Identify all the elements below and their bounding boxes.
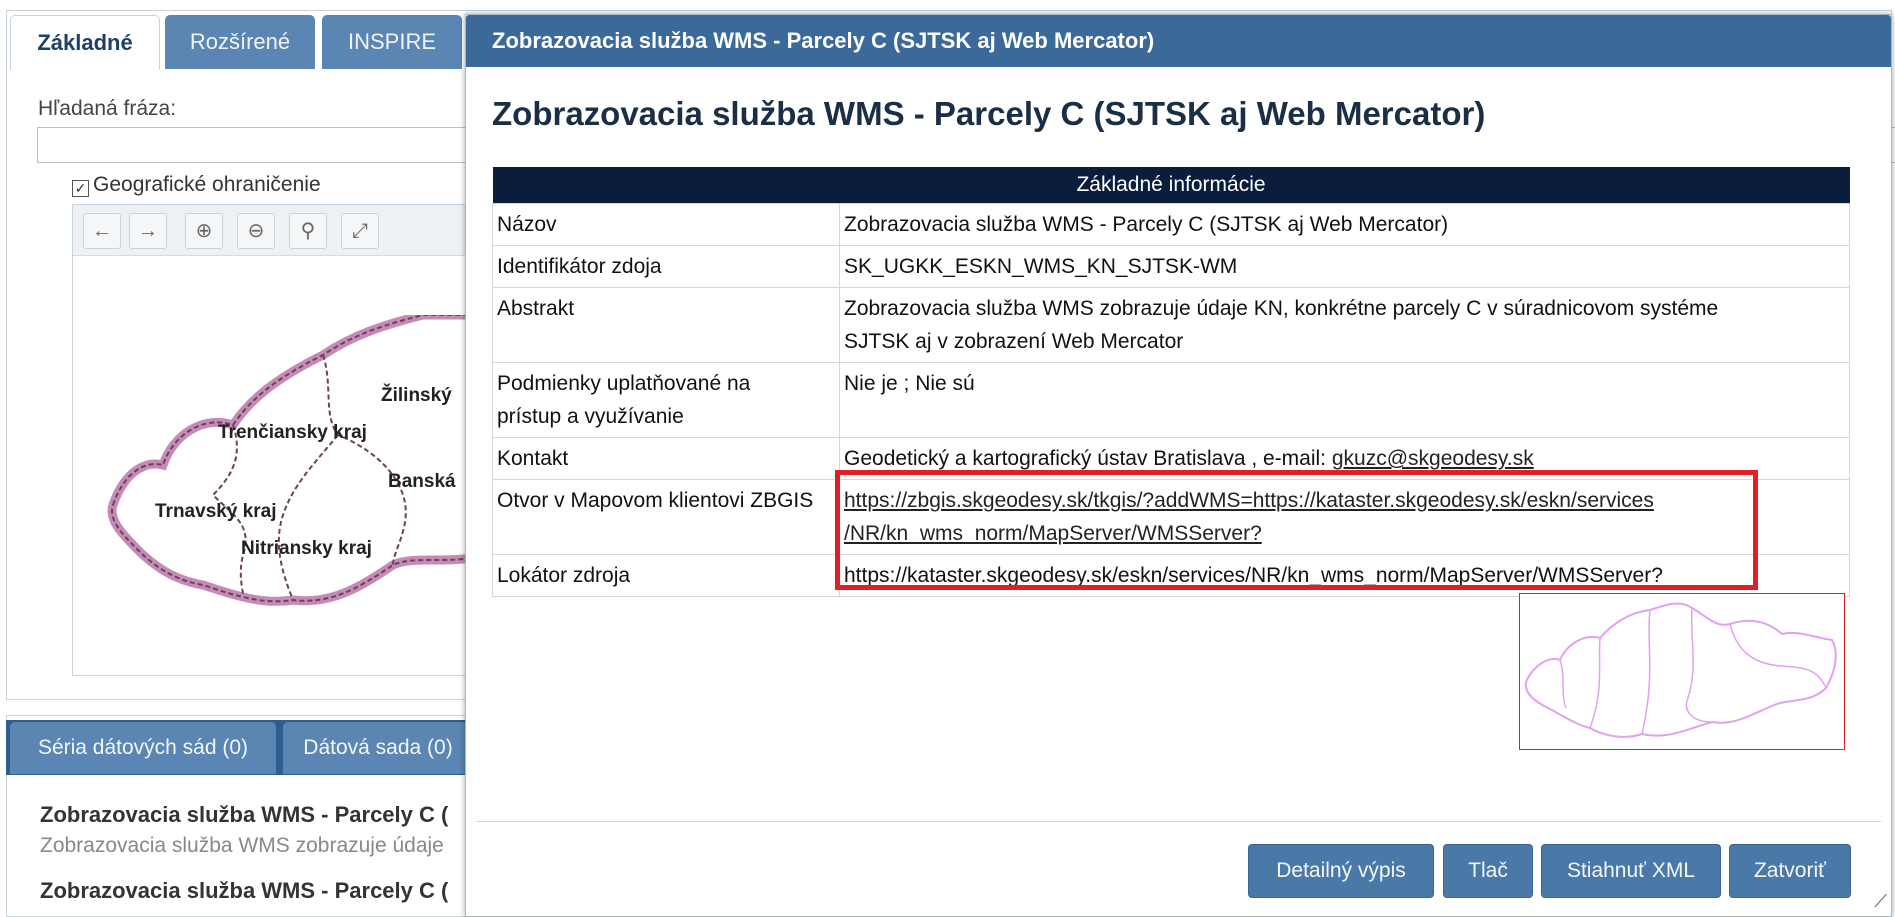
table-row: Lokátor zdroja https://kataster.skgeodes… [492,554,1850,597]
region-label: Nitriansky kraj [241,538,372,559]
region-label: Trenčiansky kraj [218,422,367,443]
search-label: Hľadaná fráza: [38,97,177,120]
close-button[interactable]: Zatvoriť [1729,844,1851,898]
row-value: https://zbgis.skgeodesy.sk/tkgis/?addWMS… [839,479,1850,555]
table-header: Základné informácie [492,167,1850,204]
link-line[interactable]: /NR/kn_wms_norm/MapServer/WMSServer? [844,522,1262,545]
result-title[interactable]: Zobrazovacia služba WMS - Parcely C ( [40,802,448,828]
print-button[interactable]: Tlač [1443,844,1533,898]
checkbox-checked-icon[interactable]: ✓ [72,180,89,197]
table-row: Podmienky uplatňované na prístup a využív… [492,362,1850,438]
row-key: Názov [492,203,840,246]
email-link[interactable]: gkuzc@skgeodesy.sk [1332,447,1534,470]
table-row: Abstrakt Zobrazovacia služba WMS zobrazu… [492,287,1850,363]
map-panel[interactable]: ← → ⊕ ⊖ ⚲ ⤢ Žilinský Trenčiansky kraj Ba… [72,204,484,676]
row-key: Otvor v Mapovom klientovi ZBGIS [492,479,840,555]
resize-grip-icon[interactable]: ⟋ [1874,891,1887,912]
abstract-line: SJTSK aj v zobrazení Web Mercator [844,330,1184,353]
tab-zakladne[interactable]: Základné [10,15,160,70]
contact-text: Geodetický a kartografický ústav Bratisl… [844,447,1332,470]
link-line[interactable]: https://zbgis.skgeodesy.sk/tkgis/?addWMS… [844,489,1654,512]
zoom-out-icon[interactable]: ⊖ [237,213,275,249]
slovakia-map [107,315,483,606]
row-value: Nie je ; Nie sú [839,362,1850,438]
zoom-icon[interactable]: ⚲ [289,213,327,249]
row-key: Podmienky uplatňované na prístup a využív… [492,362,840,438]
geo-checkbox-label: Geografické ohraničenie [93,173,321,196]
key-line: Podmienky uplatňované na [497,372,751,395]
tab-rozsirene[interactable]: Rozšírené [165,15,315,69]
row-value: https://kataster.skgeodesy.sk/eskn/servi… [839,554,1850,597]
fullscreen-icon[interactable]: ⤢ [341,213,379,249]
row-value: Zobrazovacia služba WMS - Parcely C (SJT… [839,203,1850,246]
forward-arrow-icon[interactable]: → [129,213,167,249]
geo-checkbox[interactable]: ✓ Geografické ohraničenie [72,173,321,197]
tab-datova-sada[interactable]: Dátová sada (0) [283,722,473,774]
tab-inspire[interactable]: INSPIRE [322,15,462,69]
row-key: Abstrakt [492,287,840,363]
result-title[interactable]: Zobrazovacia služba WMS - Parcely C ( [40,878,448,904]
dialog-heading: Zobrazovacia služba WMS - Parcely C (SJT… [492,95,1486,132]
region-label: Žilinský [381,385,452,406]
dialog-titlebar[interactable]: Zobrazovacia služba WMS - Parcely C (SJT… [466,15,1891,67]
thumbnail-map-svg [1524,602,1837,738]
download-xml-button[interactable]: Stiahnuť XML [1541,844,1721,898]
detail-button[interactable]: Detailný výpis [1248,844,1434,898]
region-label: Trnavský kraj [155,501,277,522]
map-thumbnail [1519,593,1845,750]
metadata-dialog: Zobrazovacia služba WMS - Parcely C (SJT… [465,14,1892,917]
dialog-divider [476,821,1881,822]
row-key: Identifikátor zdoja [492,245,840,288]
zoom-in-icon[interactable]: ⊕ [185,213,223,249]
key-line: prístup a využívanie [497,405,684,428]
table-row: Otvor v Mapovom klientovi ZBGIS https://… [492,479,1850,555]
table-row: Identifikátor zdoja SK_UGKK_ESKN_WMS_KN_… [492,245,1850,288]
row-value: Zobrazovacia služba WMS zobrazuje údaje … [839,287,1850,363]
info-table: Základné informácie Názov Zobrazovacia s… [492,167,1850,597]
abstract-line: Zobrazovacia služba WMS zobrazuje údaje … [844,297,1719,320]
zbgis-link[interactable]: https://zbgis.skgeodesy.sk/tkgis/?addWMS… [844,489,1654,545]
row-key: Kontakt [492,437,840,480]
tab-seria[interactable]: Séria dátových sád (0) [10,722,276,774]
region-label: Banská [388,471,456,492]
row-key: Lokátor zdroja [492,554,840,597]
map-toolbar: ← → ⊕ ⊖ ⚲ ⤢ [73,205,483,256]
result-description: Zobrazovacia služba WMS zobrazuje údaje [40,834,444,857]
row-value: Geodetický a kartografický ústav Bratisl… [839,437,1850,480]
table-row: Názov Zobrazovacia služba WMS - Parcely … [492,203,1850,246]
row-value: SK_UGKK_ESKN_WMS_KN_SJTSK-WM [839,245,1850,288]
back-arrow-icon[interactable]: ← [83,213,121,249]
table-row: Kontakt Geodetický a kartografický ústav… [492,437,1850,480]
